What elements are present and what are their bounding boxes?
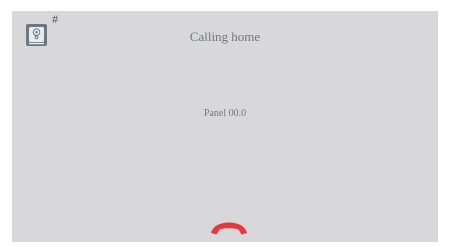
hash-symbol: # — [52, 12, 58, 26]
panel-label: Panel 00.0 — [203, 108, 247, 119]
call-status-title: Calling home — [189, 29, 261, 44]
hang-up-icon — [211, 222, 247, 235]
hang-up-button[interactable] — [207, 219, 251, 237]
call-screen: # Calling home Panel 00.0 — [12, 11, 438, 242]
